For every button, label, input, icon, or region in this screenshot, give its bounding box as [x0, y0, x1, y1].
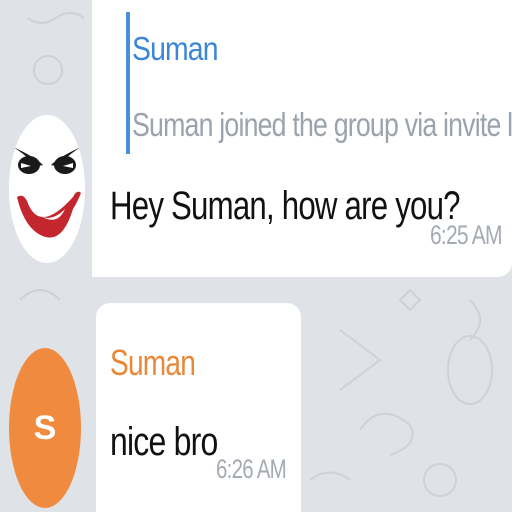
message-timestamp: 6:26 AM — [216, 454, 287, 484]
message-text: nice bro — [110, 420, 218, 464]
message-timestamp: 6:25 AM — [430, 220, 503, 250]
message-text: Hey Suman, how are you? — [110, 184, 461, 228]
joker-face-icon — [9, 115, 85, 263]
reply-sender-name: Suman — [132, 30, 218, 67]
avatar-initial: S — [33, 408, 57, 447]
reply-preview-text: Suman joined the group via invite li... — [132, 106, 512, 143]
sender-name[interactable]: Suman — [110, 342, 196, 384]
avatar[interactable] — [9, 115, 85, 263]
avatar[interactable]: S — [9, 348, 81, 508]
